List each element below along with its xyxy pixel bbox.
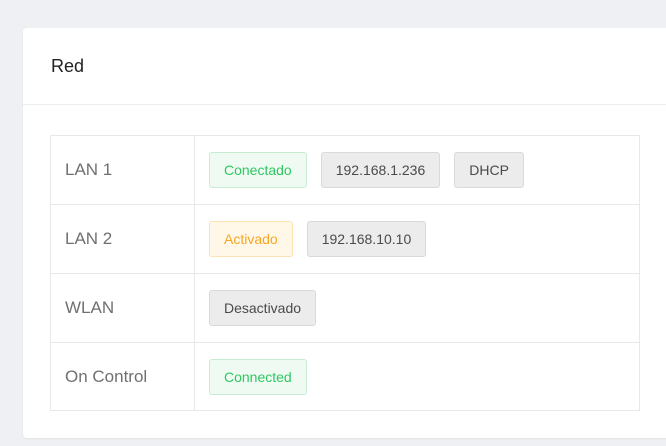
status-badge: Desactivado xyxy=(209,290,317,326)
card-header: Red xyxy=(23,28,666,105)
status-badge: Connected xyxy=(209,358,307,395)
status-badge: Conectado xyxy=(209,152,307,188)
mode-badge: DHCP xyxy=(454,152,524,188)
network-table: LAN 1 Conectado 192.168.1.236 DHCP LAN 2… xyxy=(50,135,640,411)
row-lan1: LAN 1 Conectado 192.168.1.236 DHCP xyxy=(51,136,639,205)
ip-badge: 192.168.10.10 xyxy=(306,221,427,257)
network-card: Red LAN 1 Conectado 192.168.1.236 DHCP L… xyxy=(23,28,666,438)
row-values: Activado 192.168.10.10 xyxy=(195,205,639,273)
row-on-control: On Control Connected xyxy=(51,343,639,410)
row-label: WLAN xyxy=(51,274,195,342)
row-values: Connected xyxy=(195,343,639,410)
row-label: LAN 2 xyxy=(51,205,195,273)
card-title: Red xyxy=(51,55,85,76)
row-label: LAN 1 xyxy=(51,136,195,204)
row-label: On Control xyxy=(51,343,195,410)
row-values: Desactivado xyxy=(195,274,639,342)
row-values: Conectado 192.168.1.236 DHCP xyxy=(195,136,639,204)
ip-badge: 192.168.1.236 xyxy=(320,152,441,188)
status-badge: Activado xyxy=(209,221,293,257)
row-wlan: WLAN Desactivado xyxy=(51,274,639,343)
row-lan2: LAN 2 Activado 192.168.10.10 xyxy=(51,205,639,274)
